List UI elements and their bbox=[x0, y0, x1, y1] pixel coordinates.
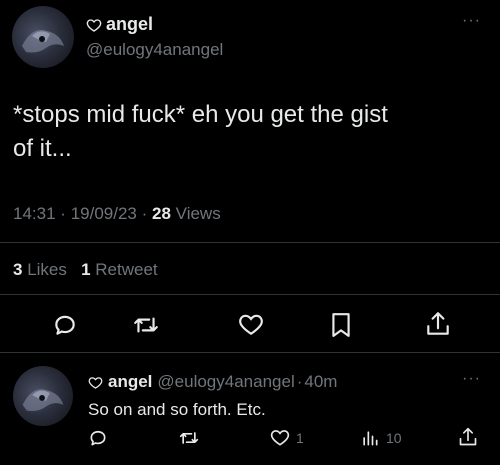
tweet-text-line-2: of it... bbox=[13, 135, 72, 162]
author-handle[interactable]: @eulogy4anangel bbox=[86, 40, 223, 60]
reply-author-name[interactable]: angel bbox=[108, 372, 152, 392]
views-icon bbox=[363, 431, 378, 446]
retweets-label: Retweet bbox=[95, 260, 158, 279]
likes-label: Likes bbox=[27, 260, 67, 279]
reply-reply-button[interactable] bbox=[88, 428, 108, 448]
heart-icon bbox=[88, 375, 103, 390]
heart-icon bbox=[86, 17, 102, 33]
divider bbox=[0, 242, 500, 243]
views-label: Views bbox=[175, 204, 221, 223]
share-button[interactable] bbox=[425, 310, 451, 338]
reply-icon bbox=[90, 430, 106, 446]
likes-count: 3 bbox=[13, 260, 23, 279]
divider bbox=[0, 352, 500, 353]
separator: · bbox=[60, 204, 66, 223]
reply-like-count: 1 bbox=[296, 430, 304, 446]
avatar-image bbox=[22, 389, 64, 411]
separator: · bbox=[141, 204, 148, 223]
reply-button[interactable] bbox=[52, 312, 78, 338]
author-name-row[interactable]: angel bbox=[86, 14, 153, 35]
reply-icon bbox=[55, 315, 75, 335]
author-name: angel bbox=[106, 14, 154, 34]
bookmark-icon bbox=[332, 313, 350, 337]
like-icon bbox=[239, 314, 263, 335]
reply-header: angel @eulogy4anangel · 40m bbox=[88, 372, 337, 392]
more-options-button[interactable]: ··· bbox=[462, 13, 481, 29]
divider bbox=[0, 294, 500, 295]
reply-views-count: 10 bbox=[386, 430, 402, 446]
reply-more-options-button[interactable]: ··· bbox=[462, 371, 481, 387]
reply-views-button[interactable]: 10 bbox=[360, 428, 402, 448]
tweet-time[interactable]: 14:31 bbox=[13, 204, 56, 223]
reply-author-avatar[interactable] bbox=[13, 366, 73, 426]
retweets-link[interactable]: 1 Retweet bbox=[81, 260, 158, 279]
bookmark-button[interactable] bbox=[330, 312, 352, 338]
retweet-icon bbox=[179, 432, 199, 444]
retweets-count: 1 bbox=[81, 260, 91, 279]
tweet-text-line-1: *stops mid fuck* eh you get the gist bbox=[13, 101, 388, 128]
reply-share-button[interactable] bbox=[458, 426, 478, 448]
reply-author-handle[interactable]: @eulogy4anangel bbox=[157, 372, 294, 392]
reply-text: So on and so forth. Etc. bbox=[88, 400, 266, 419]
reply-time[interactable]: 40m bbox=[304, 372, 337, 392]
author-avatar[interactable] bbox=[12, 6, 74, 68]
retweet-button[interactable] bbox=[132, 312, 160, 338]
reply-like-button[interactable]: 1 bbox=[270, 428, 304, 448]
like-icon bbox=[270, 430, 290, 446]
avatar-image bbox=[22, 30, 64, 53]
separator: · bbox=[296, 372, 303, 391]
tweet-text: *stops mid fuck* eh you get the gist of … bbox=[13, 98, 388, 166]
likes-link[interactable]: 3 Likes bbox=[13, 260, 67, 279]
share-icon bbox=[459, 427, 477, 446]
views-count: 28 bbox=[152, 204, 171, 223]
tweet-date[interactable]: 19/09/23 bbox=[71, 204, 137, 223]
engagement-stats: 3 Likes 1 Retweet bbox=[13, 260, 158, 280]
like-button[interactable] bbox=[238, 312, 264, 338]
tweet-meta: 14:31 · 19/09/23 · 28 Views bbox=[13, 204, 221, 224]
reply-retweet-button[interactable] bbox=[178, 428, 200, 448]
retweet-icon bbox=[134, 317, 158, 333]
share-icon bbox=[427, 312, 449, 335]
